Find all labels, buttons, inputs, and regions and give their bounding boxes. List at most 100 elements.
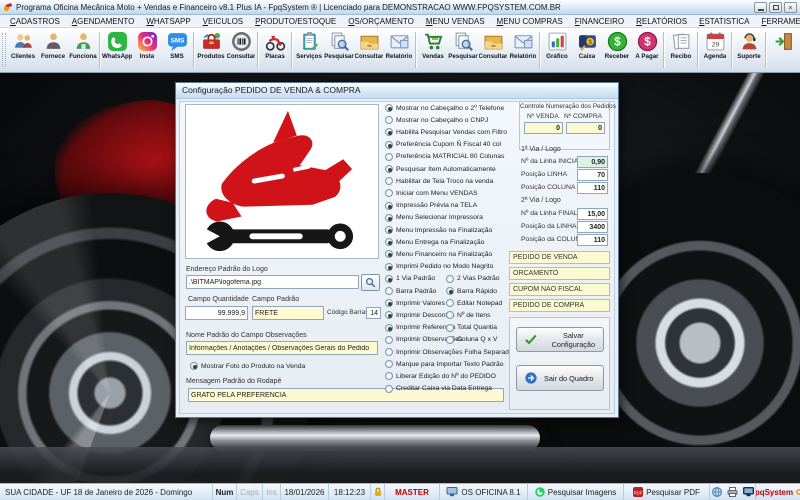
option-2-vias-padrao[interactable]: 2 Vias Padrão (446, 275, 500, 283)
menu-estatistica[interactable]: ESTATISTICA (693, 15, 755, 28)
option-imprimir-observacoes-folha-separada[interactable]: Imprimir Observações Folha Separada (385, 348, 513, 356)
toolbar-insta[interactable]: Insta (132, 29, 162, 71)
logo-path-input[interactable] (186, 275, 359, 289)
option-menu-selecionar-impressora[interactable]: Menu Selecionar Impressora (385, 214, 483, 222)
toolbar-suporte[interactable]: Suporte (734, 29, 764, 71)
option-imprimir-valores[interactable]: Imprimir Valores (385, 299, 445, 307)
barcode-input[interactable] (366, 307, 381, 319)
menu-produto-estoque[interactable]: PRODUTO/ESTOQUE (249, 15, 342, 28)
option-mostrar-no-cabecalho-o-cnpj[interactable]: Mostrar no Cabeçalho o CNPJ (385, 116, 488, 124)
option-barra-rapido[interactable]: Barra Rápido (446, 287, 497, 295)
option-coluna-q-x-v[interactable]: Coluna Q x V (446, 336, 497, 344)
toolbar-caixa[interactable]: $Caixa (572, 29, 602, 71)
posicao-coluna-input[interactable] (577, 182, 608, 194)
option-liberar-edicao-do-n-do-pedido[interactable]: Liberar Edição do Nº do PEDIDO (385, 372, 496, 380)
qty-input[interactable] (185, 306, 248, 320)
toolbar-button-label: Consultar (227, 53, 256, 60)
option-habilitar-de-tela-troco-na-venda[interactable]: Habilitar de Tela Troco na venda (385, 177, 493, 185)
doc-field-cupom-nao-fiscal[interactable] (509, 283, 610, 296)
toolbar: ClientesForneceFuncionaWhatsApp Insta SMSS… (0, 28, 800, 73)
option-creditar-caixa-via-data-entrega[interactable]: Creditar Caixa via Data Entrega (385, 385, 492, 393)
compra-number-input[interactable] (566, 122, 605, 134)
menu-veiculos[interactable]: VEICULOS (197, 15, 249, 28)
toolbar-produtos[interactable]: Produtos (196, 29, 226, 71)
toolbar-recibo[interactable]: Recibo (666, 29, 696, 71)
option-iniciar-com-menu-vendas[interactable]: Iniciar com Menu VENDAS (385, 189, 478, 197)
option-editar-notepad[interactable]: Editar Notepad (446, 299, 502, 307)
option-mostrar-foto-do-produto-na-venda[interactable]: Mostrar Foto do Produto na Venda (190, 362, 305, 370)
doc-field-orcamento[interactable] (509, 267, 610, 280)
close-button[interactable]: × (784, 2, 797, 13)
option-1-via-padrao[interactable]: 1 Via Padrão (385, 275, 435, 283)
toolbar-exit-icon[interactable] (768, 29, 798, 71)
dialog-titlebar[interactable]: Configuração PEDIDO DE VENDA & COMPRA (176, 83, 618, 99)
toolbar-vendas[interactable]: Vendas (418, 29, 448, 71)
toolbar-consultar[interactable]: Consultar (478, 29, 508, 71)
search-pdf-button[interactable]: PDFPesquisar PDF (624, 484, 710, 500)
option-mostrar-no-cabecalho-o-2-telefone[interactable]: Mostrar no Cabeçalho o 2º Telefone (385, 104, 504, 112)
posicao-da-coluna-input[interactable] (577, 234, 608, 246)
exit-dialog-button[interactable]: Sair do Quadro (516, 365, 604, 391)
default-field-input[interactable] (252, 306, 324, 320)
menu-ferramentas[interactable]: FERRAMENTAS (755, 15, 800, 28)
toolbar-placas[interactable]: Placas (260, 29, 290, 71)
minimize-button[interactable] (754, 2, 767, 13)
option-habilita-pesquisar-vendas-com-filtro[interactable]: Habilita Pesquisar Vendas com Filtro (385, 128, 507, 136)
toolbar-agenda[interactable]: 29Agenda (700, 29, 730, 71)
option-impressao-previa-na-tela[interactable]: Impressão Prévia na TELA (385, 202, 477, 210)
doc-field-pedido-de-compra[interactable] (509, 299, 610, 312)
option-n-de-itens[interactable]: Nº de Itens (446, 311, 490, 319)
toolbar-pesquisar[interactable]: Pesquisar (324, 29, 354, 71)
option-imprimi-pedido-no-modo-negrito[interactable]: Imprimi Pedido no Modo Negrito (385, 263, 493, 271)
toolbar-consultar[interactable]: Consultar (354, 29, 384, 71)
toolbar-sms[interactable]: SMSSMS (162, 29, 192, 71)
doc-field-pedido-de-venda[interactable] (509, 251, 610, 264)
option-barra-padrao[interactable]: Barra Padrão (385, 287, 436, 295)
n-da-linha-final-input[interactable] (577, 208, 608, 220)
toolbar-button-label: Caixa (579, 53, 596, 60)
toolbar-separator (765, 32, 767, 68)
option-pesquisar-item-automaticamente[interactable]: Pesquisar Item Automaticamente (385, 165, 496, 173)
option-imprimir-referencia[interactable]: Imprimir Referencia (385, 324, 455, 332)
toolbar-funciona[interactable]: Funciona (68, 29, 98, 71)
option-preferencia-cupom-n-fiscal-40-col[interactable]: Preferência Cupom Ñ Fiscal 40 col (385, 141, 501, 149)
svg-text:29: 29 (711, 41, 719, 48)
option-imprimir-descontos[interactable]: Imprimir Descontos (385, 311, 455, 319)
toolbar-whatsapp[interactable]: WhatsApp (102, 29, 132, 71)
menu-whatsapp[interactable]: WHATSAPP (140, 15, 196, 28)
option-preferencia-matricial-80-colunas[interactable]: Preferência MATRICIAL 80 Colunas (385, 153, 504, 161)
menu-cadastros[interactable]: CADASTROS (4, 15, 66, 28)
option-menu-financeiro-na-finalizacao[interactable]: Menu Financeiro na Finalização (385, 250, 492, 258)
menu-agendamento[interactable]: AGENDAMENTO (66, 15, 141, 28)
venda-number-input[interactable] (524, 122, 563, 134)
toolbar-consultar[interactable]: Consultar (226, 29, 256, 71)
option-marque-para-importar-texto-padrao[interactable]: Marque para Importar Texto Padrão (385, 360, 504, 368)
menu-menu-compras[interactable]: MENU COMPRAS (491, 15, 569, 28)
toolbar-button-label: Insta (140, 53, 154, 60)
toolbar-fornece[interactable]: Fornece (38, 29, 68, 71)
posicao-da-linha-input[interactable] (577, 221, 608, 233)
obs-input[interactable] (186, 341, 378, 355)
restore-button[interactable] (769, 2, 782, 13)
option-menu-entrega-na-finalizacao[interactable]: Menu Entrega na Finalização (385, 238, 484, 246)
menu-financeiro[interactable]: FINANCEIRO (569, 15, 630, 28)
menu-os-orcamento[interactable]: OS/ORÇAMENTO (342, 15, 420, 28)
toolbar-a-pagar[interactable]: $A Pagar (632, 29, 662, 71)
browse-logo-button[interactable] (361, 274, 380, 291)
save-config-button[interactable]: Salvar Configuração (516, 327, 604, 352)
option-total-quantia[interactable]: Total Quantia (446, 324, 497, 332)
toolbar-clientes[interactable]: Clientes (8, 29, 38, 71)
toolbar-pesquisar[interactable]: Pesquisar (448, 29, 478, 71)
toolbar-relatorio[interactable]: Relatório (508, 29, 538, 71)
option-menu-impressao-na-finalizacao[interactable]: Menu Impressão na Finalização (385, 226, 492, 234)
n-da-linha-inicial-input[interactable] (577, 156, 608, 168)
menu-relatorios[interactable]: RELATÓRIOS (630, 15, 693, 28)
toolbar-receber[interactable]: $Receber (602, 29, 632, 71)
menu-menu-vendas[interactable]: MENU VENDAS (420, 15, 491, 28)
posicao-linha-input[interactable] (577, 169, 608, 181)
toolbar-servicos[interactable]: Serviços (294, 29, 324, 71)
search-images-button[interactable]: Pesquisar Imagens (528, 484, 624, 500)
option-label: Imprimi Pedido no Modo Negrito (396, 263, 493, 270)
toolbar-relatorio[interactable]: Relatório (384, 29, 414, 71)
toolbar-grafico[interactable]: Gráfico (542, 29, 572, 71)
